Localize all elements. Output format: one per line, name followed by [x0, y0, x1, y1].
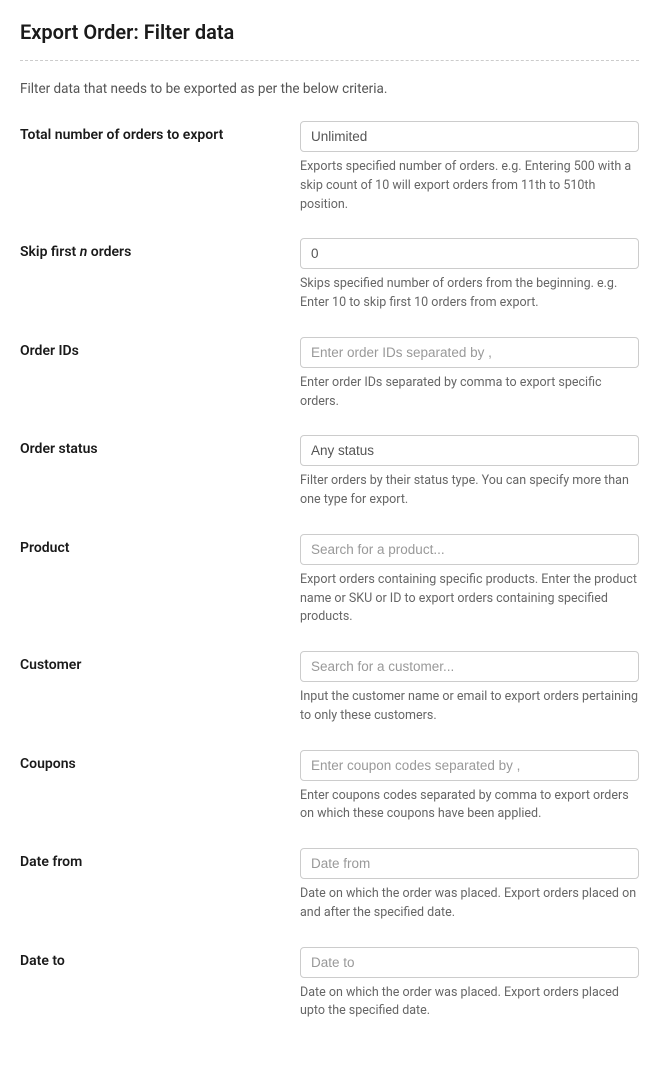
page-title: Export Order: Filter data [20, 20, 639, 44]
hint-order-ids: Enter order IDs separated by comma to ex… [300, 374, 639, 412]
input-product[interactable] [300, 534, 639, 565]
hint-product: Export orders containing specific produc… [300, 571, 639, 627]
label-col-coupons: Coupons [20, 750, 300, 772]
field-col-skip-orders: Skips specified number of orders from th… [300, 238, 639, 313]
label-date-from: Date from [20, 854, 82, 870]
label-order-status: Order status [20, 441, 98, 457]
label-order-ids: Order IDs [20, 343, 79, 359]
hint-customer: Input the customer name or email to expo… [300, 688, 639, 726]
label-product: Product [20, 540, 69, 556]
label-col-skip-orders: Skip first n orders [20, 238, 300, 260]
label-col-date-from: Date from [20, 848, 300, 870]
label-col-date-to: Date to [20, 947, 300, 969]
label-coupons: Coupons [20, 756, 76, 772]
field-col-order-status: Filter orders by their status type. You … [300, 435, 639, 510]
form-row-coupons: Coupons Enter coupons codes separated by… [20, 750, 639, 825]
field-col-date-from: Date on which the order was placed. Expo… [300, 848, 639, 923]
hint-total-orders: Exports specified number of orders. e.g.… [300, 158, 639, 214]
input-customer[interactable] [300, 651, 639, 682]
form-row-date-to: Date to Date on which the order was plac… [20, 947, 639, 1022]
section-divider [20, 60, 639, 61]
input-order-ids[interactable] [300, 337, 639, 368]
form-row-date-from: Date from Date on which the order was pl… [20, 848, 639, 923]
form-row-customer: Customer Input the customer name or emai… [20, 651, 639, 726]
input-date-from[interactable] [300, 848, 639, 879]
hint-date-from: Date on which the order was placed. Expo… [300, 885, 639, 923]
label-col-order-ids: Order IDs [20, 337, 300, 359]
input-order-status[interactable] [300, 435, 639, 466]
form-row-order-status: Order status Filter orders by their stat… [20, 435, 639, 510]
label-col-customer: Customer [20, 651, 300, 673]
input-coupons[interactable] [300, 750, 639, 781]
label-col-product: Product [20, 534, 300, 556]
hint-order-status: Filter orders by their status type. You … [300, 472, 639, 510]
page-container: Export Order: Filter data Filter data th… [0, 0, 659, 1065]
field-col-date-to: Date on which the order was placed. Expo… [300, 947, 639, 1022]
input-date-to[interactable] [300, 947, 639, 978]
field-col-order-ids: Enter order IDs separated by comma to ex… [300, 337, 639, 412]
field-col-total-orders: Exports specified number of orders. e.g.… [300, 121, 639, 214]
hint-coupons: Enter coupons codes separated by comma t… [300, 787, 639, 825]
input-total-orders[interactable] [300, 121, 639, 152]
input-skip-orders[interactable] [300, 238, 639, 269]
field-col-product: Export orders containing specific produc… [300, 534, 639, 627]
label-customer: Customer [20, 657, 81, 673]
hint-skip-orders: Skips specified number of orders from th… [300, 275, 639, 313]
label-col-order-status: Order status [20, 435, 300, 457]
hint-date-to: Date on which the order was placed. Expo… [300, 984, 639, 1022]
field-col-coupons: Enter coupons codes separated by comma t… [300, 750, 639, 825]
field-col-customer: Input the customer name or email to expo… [300, 651, 639, 726]
page-subtitle: Filter data that needs to be exported as… [20, 81, 639, 97]
form-row-skip-orders: Skip first n orders Skips specified numb… [20, 238, 639, 313]
label-total-orders: Total number of orders to export [20, 127, 223, 143]
form-row-total-orders: Total number of orders to export Exports… [20, 121, 639, 214]
label-skip-orders: Skip first n orders [20, 244, 131, 260]
filter-form: Total number of orders to export Exports… [20, 121, 639, 1021]
label-col-total-orders: Total number of orders to export [20, 121, 300, 143]
form-row-order-ids: Order IDs Enter order IDs separated by c… [20, 337, 639, 412]
form-row-product: Product Export orders containing specifi… [20, 534, 639, 627]
label-date-to: Date to [20, 953, 65, 969]
